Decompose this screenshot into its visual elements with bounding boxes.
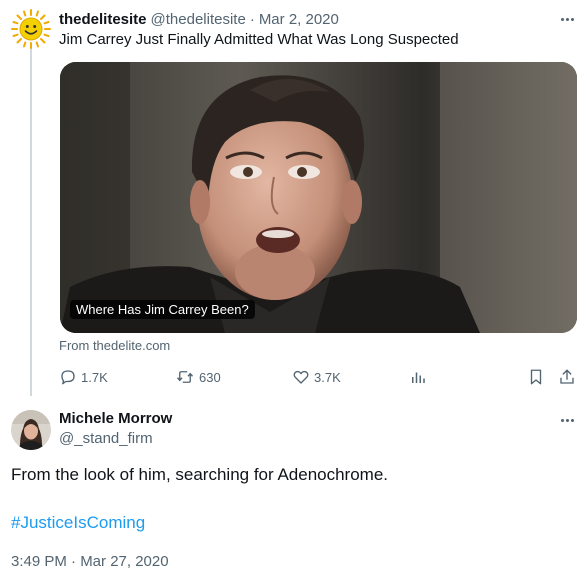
author-handle[interactable]: @thedelitesite — [151, 11, 246, 28]
reply-text: From the look of him, searching for Aden… — [11, 465, 389, 484]
sun-avatar-icon[interactable] — [11, 9, 51, 49]
thread-line — [30, 46, 32, 396]
views-icon — [412, 372, 425, 383]
views-button[interactable] — [409, 366, 427, 388]
like-count: 3.7K — [314, 369, 341, 385]
reply-icon — [61, 370, 75, 385]
retweet-button[interactable]: 630 — [175, 366, 221, 388]
link-card-image[interactable] — [60, 62, 577, 333]
card-caption: Where Has Jim Carrey Been? — [70, 300, 255, 319]
reply-author-name[interactable]: Michele Morrow — [59, 410, 172, 427]
reply-timestamp[interactable]: 3:49 PM · Mar 27, 2020 — [11, 553, 169, 570]
header-separator: · — [249, 10, 255, 28]
avatar[interactable] — [11, 410, 51, 450]
retweet-icon — [176, 371, 194, 383]
quoted-tweet-header: thedelitesite @thedelitesite · Mar 2, 20… — [59, 9, 339, 29]
like-button[interactable]: 3.7K — [292, 366, 341, 388]
tweet-text: Jim Carrey Just Finally Admitted What Wa… — [59, 31, 459, 48]
reply-count: 1.7K — [81, 369, 108, 385]
action-bar: 1.7K 630 3.7K — [59, 366, 579, 388]
author-name[interactable]: thedelitesite — [59, 11, 147, 28]
quoted-tweet[interactable]: thedelitesite @thedelitesite · Mar 2, 20… — [0, 0, 587, 400]
reply-author-handle[interactable]: @_stand_firm — [59, 430, 153, 447]
more-icon[interactable] — [557, 12, 577, 26]
hashtag-link[interactable]: #JusticeIsComing — [11, 513, 145, 533]
tweet-date[interactable]: Mar 2, 2020 — [259, 11, 339, 28]
share-icon — [560, 369, 574, 384]
like-icon — [293, 370, 309, 384]
bookmark-icon — [530, 369, 542, 385]
share-button[interactable] — [558, 366, 576, 388]
bookmark-button[interactable] — [527, 366, 545, 388]
retweet-count: 630 — [199, 369, 221, 385]
card-source[interactable]: From thedelite.com — [59, 338, 170, 353]
reply-button[interactable]: 1.7K — [59, 366, 108, 388]
reply-more-icon[interactable] — [557, 413, 577, 427]
